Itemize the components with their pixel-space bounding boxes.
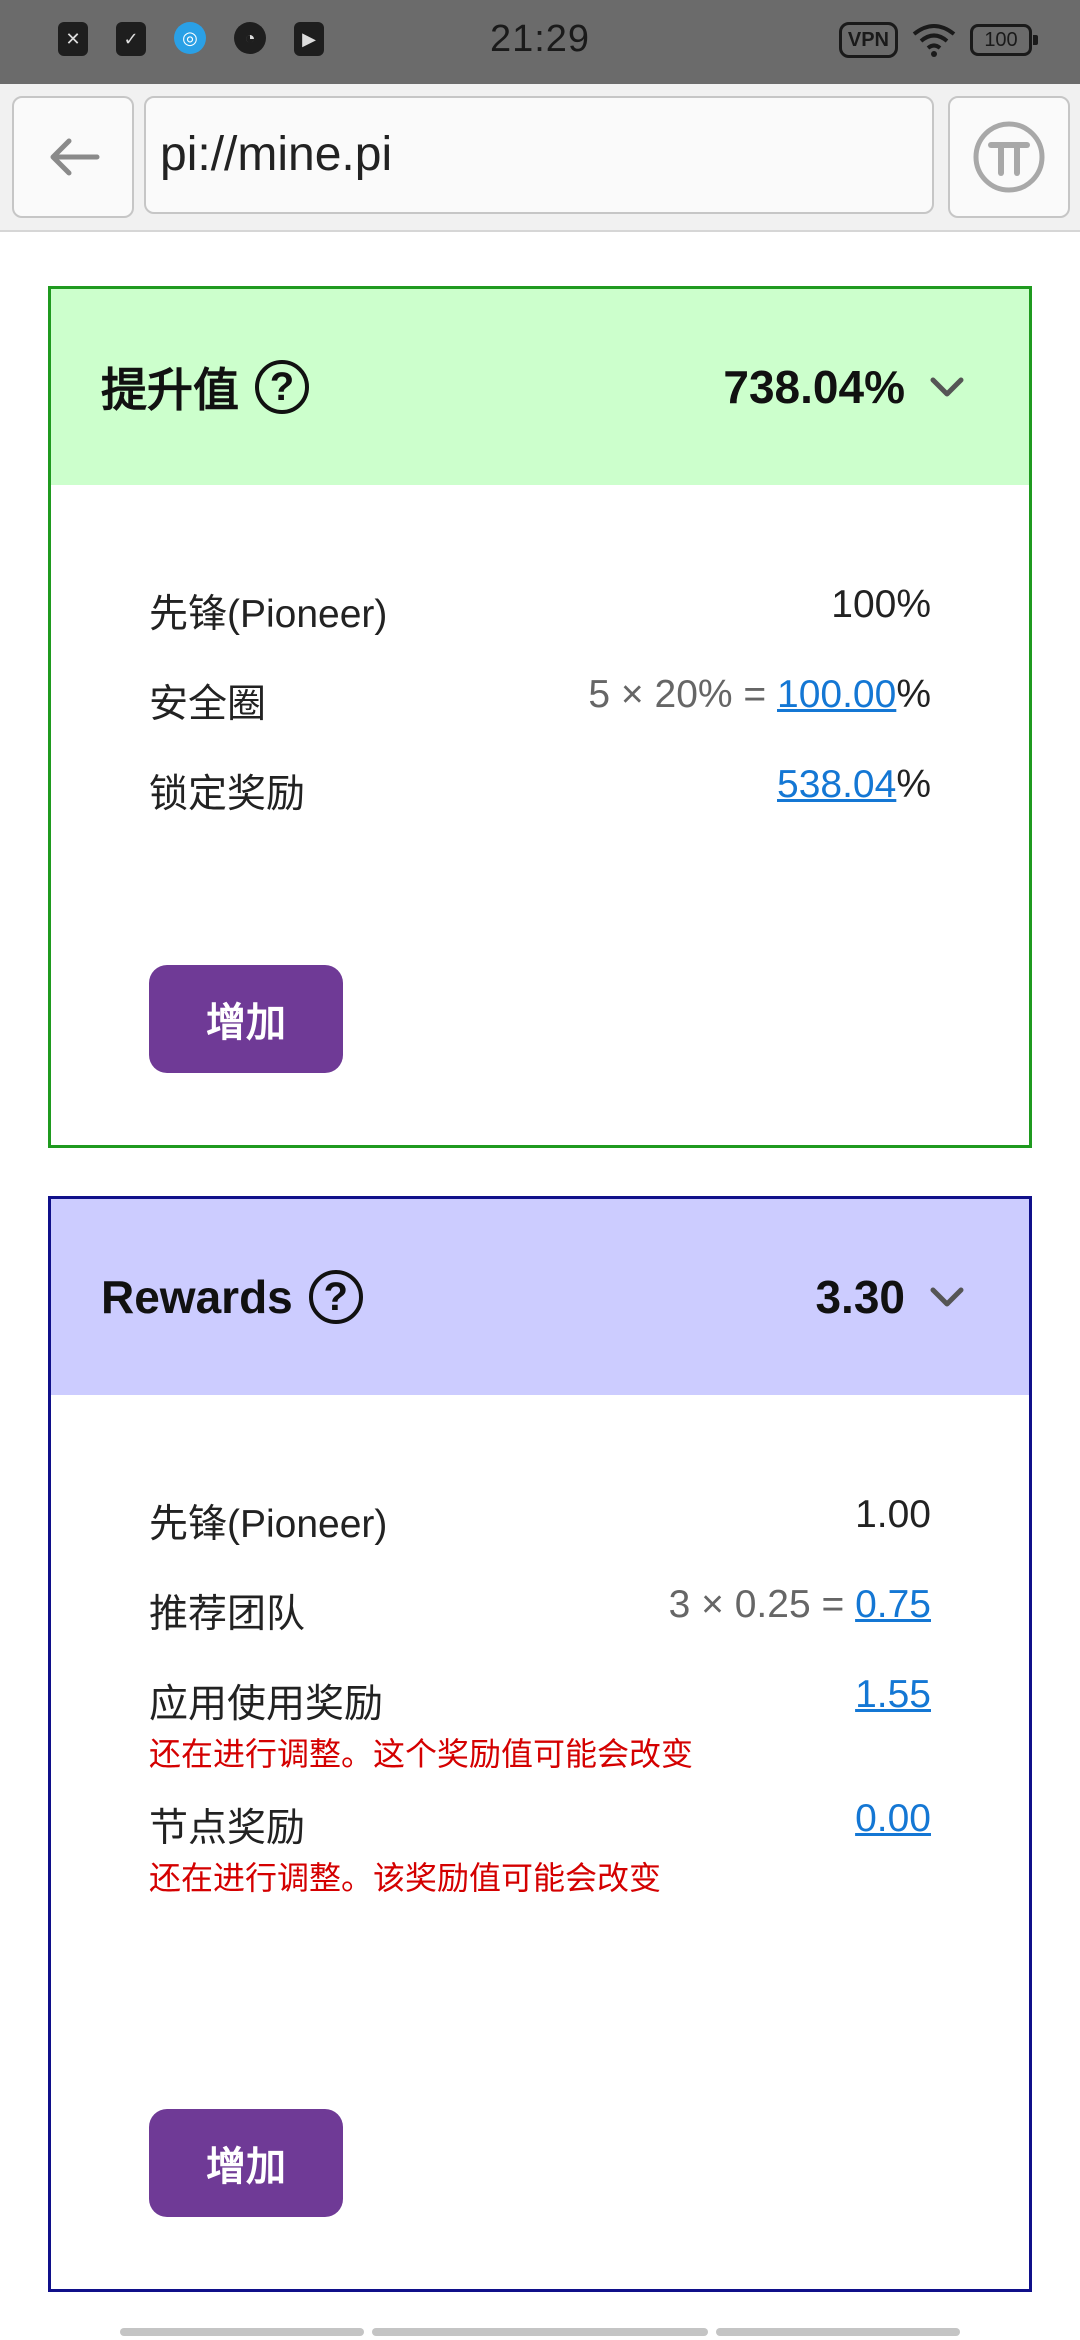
- rewards-title-group: Rewards ?: [101, 1199, 363, 1395]
- bottom-tab-indicators: [0, 2328, 1080, 2340]
- status-icons-right: VPN 100: [838, 22, 1038, 58]
- row-calc: 3 × 0.25 =: [668, 1583, 856, 1626]
- wifi-icon: [912, 24, 956, 57]
- row-suffix: %: [896, 763, 931, 806]
- boost-card: 提升值 ? 738.04% 先锋(Pioneer) 100% 安全圈 5 × 2…: [48, 286, 1032, 1148]
- rewards-card: Rewards ? 3.30 先锋(Pioneer) 1.00 推荐团队 3 ×…: [48, 1196, 1032, 2292]
- vpn-icon: VPN: [838, 22, 898, 58]
- adjustment-warning: 还在进行调整。这个奖励值可能会改变: [149, 1736, 694, 1772]
- chevron-down-icon[interactable]: [927, 375, 967, 399]
- row-label: 推荐团队: [149, 1593, 306, 1636]
- row-label: 锁定奖励: [149, 773, 306, 816]
- boost-total-value: 738.04%: [723, 361, 905, 413]
- boost-card-header[interactable]: 提升值 ? 738.04%: [51, 289, 1029, 485]
- rewards-title: Rewards: [101, 1271, 293, 1323]
- row-label: 节点奖励: [149, 1807, 306, 1850]
- boost-title: 提升值: [101, 364, 239, 416]
- tab-indicator[interactable]: [372, 2328, 708, 2336]
- help-icon[interactable]: ?: [308, 1270, 363, 1324]
- tab-indicator[interactable]: [716, 2328, 960, 2336]
- pi-browser-button[interactable]: [948, 96, 1070, 218]
- rewards-card-header[interactable]: Rewards ? 3.30: [51, 1199, 1029, 1395]
- tab-indicator[interactable]: [120, 2328, 364, 2336]
- battery-icon: 100: [970, 24, 1038, 56]
- row-label: 先锋(Pioneer): [149, 1503, 388, 1546]
- adjustment-warning: 还在进行调整。该奖励值可能会改变: [149, 1860, 662, 1896]
- address-bar[interactable]: pi://mine.pi: [144, 96, 934, 214]
- arrow-left-icon: [50, 138, 100, 176]
- pi-logo-icon: [973, 121, 1045, 193]
- row-label: 应用使用奖励: [149, 1683, 384, 1726]
- row-value: 3 × 0.25 = 0.75: [669, 1583, 931, 1627]
- row-value: 100%: [831, 583, 931, 626]
- row-value: 538.04%: [777, 763, 931, 807]
- row-label: 先锋(Pioneer): [149, 593, 388, 636]
- row-value: 1.55: [855, 1673, 931, 1717]
- lockup-link[interactable]: 538.04: [777, 763, 896, 806]
- rewards-increase-button[interactable]: 增加: [149, 2109, 343, 2217]
- row-value: 5 × 20% = 100.00%: [588, 673, 931, 717]
- row-suffix: %: [896, 673, 931, 716]
- browser-toolbar: pi://mine.pi: [0, 84, 1080, 232]
- referral-team-link[interactable]: 0.75: [855, 1583, 931, 1626]
- node-reward-link[interactable]: 0.00: [855, 1797, 931, 1840]
- security-circle-link[interactable]: 100.00: [777, 673, 896, 716]
- chevron-down-icon[interactable]: [927, 1285, 967, 1309]
- row-value: 0.00: [855, 1797, 931, 1841]
- rewards-total-value: 3.30: [815, 1271, 905, 1323]
- boost-total-group: 738.04%: [723, 289, 967, 485]
- row-calc: 5 × 20% =: [588, 673, 778, 716]
- boost-increase-button[interactable]: 增加: [149, 965, 343, 1073]
- back-button[interactable]: [12, 96, 134, 218]
- row-value: 1.00: [855, 1493, 931, 1536]
- app-usage-link[interactable]: 1.55: [855, 1673, 931, 1716]
- rewards-total-group: 3.30: [815, 1199, 967, 1395]
- row-label: 安全圈: [149, 683, 267, 726]
- status-bar: ✕ ✓ ◎ ◔ ▶ 21:29 VPN 100: [0, 0, 1080, 84]
- help-icon[interactable]: ?: [255, 360, 309, 414]
- boost-title-group: 提升值 ?: [101, 289, 309, 485]
